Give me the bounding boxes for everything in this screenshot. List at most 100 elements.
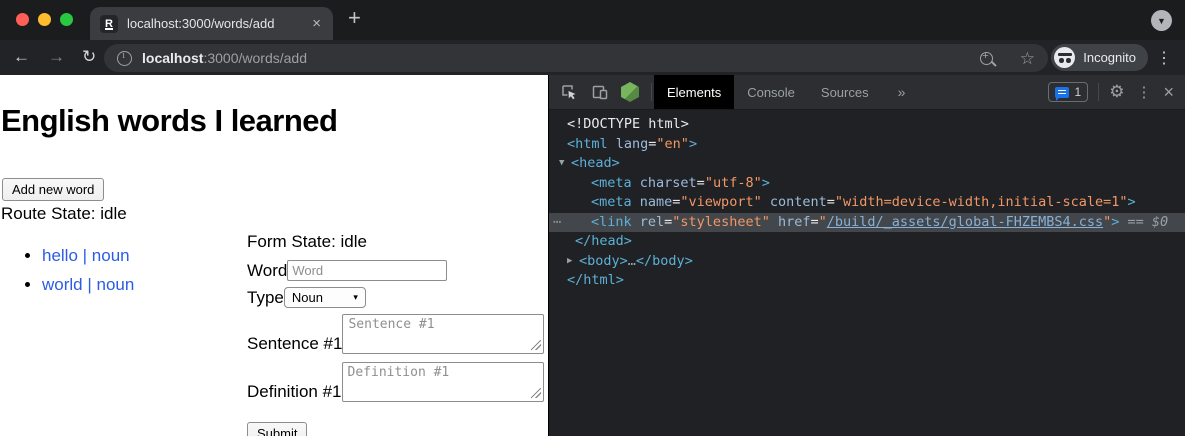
nodejs-icon[interactable] — [621, 82, 639, 102]
back-button[interactable]: ← — [13, 47, 30, 67]
settings-gear-icon[interactable]: ⚙ — [1109, 82, 1124, 102]
dom-token: <html — [567, 136, 608, 152]
dom-token: /build/_assets/global-FHZEMBS4.css — [827, 214, 1103, 230]
devtools-tab-console[interactable]: Console — [734, 75, 808, 109]
dom-token: " — [819, 214, 827, 230]
devtools-tab-sources[interactable]: Sources — [808, 75, 882, 109]
toolbar-divider — [1098, 83, 1099, 101]
site-info-icon[interactable] — [117, 51, 132, 66]
forward-button[interactable]: → — [48, 47, 65, 67]
chevron-down-icon: ▾ — [353, 292, 358, 303]
browser-menu-icon[interactable]: ⋮ — [1156, 48, 1172, 68]
type-select[interactable]: Noun ▾ — [284, 287, 366, 308]
new-tab-button[interactable]: + — [348, 5, 361, 31]
word-list-item: hello | noun — [42, 246, 134, 266]
dom-token: <head> — [571, 155, 620, 171]
dom-token: "stylesheet" — [672, 214, 770, 230]
page-content: English words I learned Add new word Rou… — [0, 75, 548, 436]
url-path: :3000/words/add — [203, 50, 307, 66]
dom-token: <meta — [591, 175, 632, 191]
dom-tree-row[interactable]: ▶<body>…</body> — [549, 252, 1185, 272]
dom-token: "en" — [656, 136, 689, 152]
dom-tree-row[interactable]: ▼ <head> — [549, 154, 1185, 174]
dom-token: </head> — [575, 233, 632, 249]
dom-token: = — [810, 214, 818, 230]
titlebar: R localhost:3000/words/add × + ▼ — [0, 0, 1185, 40]
browser-toolbar: ← → ↻ localhost:3000/words/add ☆ Incogni… — [0, 40, 1185, 75]
more-tabs-icon[interactable]: » — [898, 84, 906, 100]
dom-tree-row[interactable]: <html lang="en"> — [549, 135, 1185, 155]
url-text: localhost:3000/words/add — [142, 50, 307, 66]
dom-tree-row[interactable]: <meta charset="utf-8"> — [549, 174, 1185, 194]
word-list-item: world | noun — [42, 275, 134, 295]
dom-token: rel — [632, 214, 665, 230]
dom-token: <meta — [591, 194, 632, 210]
submit-button[interactable]: Submit — [247, 422, 307, 436]
words-list: hello | noun world | noun — [0, 246, 134, 304]
devtools-tab-elements[interactable]: Elements — [654, 75, 734, 109]
reload-button[interactable]: ↻ — [82, 47, 96, 67]
dom-token: = — [697, 175, 705, 191]
message-count: 1 — [1075, 85, 1082, 99]
word-input[interactable] — [287, 260, 447, 281]
close-window-button[interactable] — [16, 13, 29, 26]
dom-token: $0 — [1152, 214, 1168, 230]
zoom-level-icon[interactable] — [980, 52, 993, 65]
resize-handle[interactable] — [531, 388, 541, 398]
minimize-window-button[interactable] — [38, 13, 51, 26]
message-bubble-icon — [1055, 87, 1069, 98]
dom-token: <!DOCTYPE html> — [567, 116, 689, 132]
row-overflow-icon: ⋯ — [553, 213, 561, 233]
browser-tab[interactable]: R localhost:3000/words/add × — [90, 7, 333, 40]
dom-token: > — [762, 175, 770, 191]
address-bar[interactable]: localhost:3000/words/add ☆ — [104, 44, 1048, 72]
sentence-label: Sentence #1 — [247, 334, 342, 354]
dom-token: </html> — [567, 272, 624, 288]
add-new-word-button[interactable]: Add new word — [2, 178, 104, 201]
devtools-menu-icon[interactable]: ⋮ — [1136, 83, 1151, 101]
maximize-window-button[interactable] — [60, 13, 73, 26]
dom-tree: <!DOCTYPE html> <html lang="en">▼ <head> <m… — [549, 110, 1185, 435]
incognito-badge: Incognito — [1051, 44, 1148, 71]
tab-search-button[interactable]: ▼ — [1151, 10, 1172, 31]
type-label: Type — [247, 288, 284, 308]
dom-tree-row[interactable]: <!DOCTYPE html> — [549, 115, 1185, 135]
dom-token: href — [770, 214, 811, 230]
add-word-form: Form State: idle Word Type Noun ▾ Senten… — [247, 232, 548, 436]
dom-tree-row[interactable]: </head> — [549, 232, 1185, 252]
incognito-label: Incognito — [1083, 50, 1136, 65]
dom-token: charset — [632, 175, 697, 191]
type-select-value: Noun — [292, 290, 323, 305]
dom-tree-row[interactable]: <meta name="viewport" content="width=dev… — [549, 193, 1185, 213]
sentence-textarea[interactable] — [342, 314, 544, 354]
dom-token: </body> — [636, 253, 693, 269]
dom-token: name — [632, 194, 673, 210]
device-toolbar-icon[interactable] — [591, 83, 609, 101]
inspect-element-icon[interactable] — [560, 83, 578, 101]
bookmark-star-icon[interactable]: ☆ — [1020, 50, 1035, 67]
route-state-text: Route State: idle — [1, 204, 127, 224]
dom-token: "viewport" — [680, 194, 761, 210]
dom-token: = — [827, 194, 835, 210]
dom-tree-row[interactable]: ⋯<link rel="stylesheet" href="/build/_as… — [549, 213, 1185, 233]
dom-token: "width=device-width,initial-scale=1" — [835, 194, 1128, 210]
remix-favicon-icon: R — [100, 15, 118, 33]
dom-tree-row[interactable]: </html> — [549, 271, 1185, 291]
definition-textarea[interactable] — [342, 362, 544, 402]
console-messages-badge[interactable]: 1 — [1048, 82, 1089, 102]
word-label: Word — [247, 261, 287, 281]
collapsed-arrow-icon[interactable]: ▶ — [567, 252, 572, 272]
resize-handle[interactable] — [531, 340, 541, 350]
definition-label: Definition #1 — [247, 382, 342, 402]
dom-token: <body> — [579, 253, 628, 269]
tab-title: localhost:3000/words/add — [127, 16, 310, 31]
tab-close-icon[interactable]: × — [310, 16, 323, 31]
toolbar-divider — [651, 83, 652, 101]
form-state-text: Form State: idle — [247, 232, 548, 252]
dom-token: > — [1127, 194, 1135, 210]
expand-arrow-icon[interactable]: ▼ — [559, 154, 564, 174]
dom-token: <link — [591, 214, 632, 230]
word-link[interactable]: world | noun — [42, 275, 134, 294]
devtools-close-icon[interactable]: × — [1163, 83, 1174, 101]
word-link[interactable]: hello | noun — [42, 246, 130, 265]
